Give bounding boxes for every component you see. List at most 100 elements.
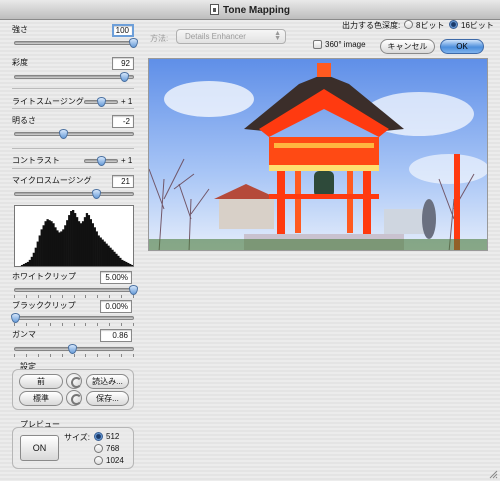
histogram-bar (44, 221, 47, 266)
cancel-button[interactable]: キャンセル (380, 39, 435, 54)
slider-label: ホワイトクリップ (12, 272, 76, 281)
histogram-bar (111, 249, 114, 266)
slider-thumb[interactable] (97, 97, 106, 107)
histogram-bar (20, 264, 24, 266)
previous-button[interactable]: 前 (19, 374, 63, 389)
method-popup-value: Details Enhancer (185, 32, 246, 41)
slider-thumb[interactable] (129, 285, 138, 295)
histogram (14, 205, 134, 267)
slider-value-field[interactable]: 92 (112, 57, 134, 70)
histogram-bar (50, 221, 53, 266)
slider-value-field[interactable]: -2 (112, 115, 134, 128)
temple-photo (149, 59, 487, 250)
slider-label: 強さ (12, 25, 28, 34)
histogram-bar (129, 263, 132, 266)
histogram-bar (24, 262, 28, 266)
histogram-bar (64, 225, 67, 266)
slider-thumb[interactable] (92, 189, 102, 199)
histogram-bar (72, 210, 75, 266)
section-divider (12, 88, 134, 89)
histogram-bar (62, 229, 65, 266)
slider-thumb[interactable] (129, 38, 138, 48)
slider-thumb[interactable] (59, 129, 69, 139)
histogram-bar (58, 232, 61, 266)
preview-size-512-radio[interactable] (94, 432, 103, 441)
preview-size-1024-radio[interactable] (94, 456, 103, 465)
histogram-bar (97, 235, 100, 266)
slider-thumb[interactable] (67, 344, 77, 354)
section-divider (12, 108, 134, 109)
bit-depth-8-radio[interactable] (404, 20, 413, 29)
slider-value-field[interactable]: 21 (112, 175, 134, 188)
histogram-bar (56, 230, 59, 266)
panorama-checkbox[interactable] (313, 40, 322, 49)
histogram-bar (93, 227, 96, 266)
method-popup[interactable]: Details Enhancer ▲ ▼ (176, 29, 286, 44)
histogram-bar (83, 217, 87, 266)
slider-track[interactable] (84, 156, 118, 166)
slider-label: 彩度 (12, 58, 28, 67)
popup-arrows-icon: ▲ ▼ (274, 30, 281, 42)
undo-icon[interactable] (66, 373, 82, 389)
slider-ticks (14, 354, 134, 357)
slider-label: ライトスムージング (12, 97, 84, 106)
tone-mapped-preview-image (148, 58, 488, 251)
redo-icon[interactable] (66, 390, 82, 406)
bit-depth-16-label: 16ビット (461, 21, 494, 30)
slider-track[interactable] (11, 313, 134, 323)
slider-track[interactable] (14, 285, 138, 295)
histogram-bar (85, 213, 89, 266)
histogram-bar (34, 247, 37, 266)
window-title: Tone Mapping (0, 4, 500, 16)
preview-size-1024-label: 1024 (106, 456, 124, 465)
histogram-bar (105, 243, 108, 266)
slider-label: コントラスト (12, 156, 60, 165)
bit-depth-16-radio[interactable] (449, 20, 458, 29)
slider-ticks (14, 295, 134, 298)
preview-size-512-label: 512 (106, 432, 120, 441)
slider-track[interactable] (14, 189, 134, 199)
slider-value-field[interactable]: 5.00% (100, 271, 132, 284)
slider-track[interactable] (14, 129, 134, 139)
histogram-bar (74, 213, 77, 266)
slider-thumb[interactable] (11, 313, 20, 323)
histogram-bar (36, 241, 39, 266)
slider-thumb[interactable] (119, 72, 129, 82)
histogram-bar (109, 247, 112, 266)
ok-button[interactable]: OK (440, 39, 484, 54)
slider-value-field[interactable]: 0.00% (100, 300, 132, 313)
slider-thumb[interactable] (97, 156, 106, 166)
histogram-bar (117, 255, 120, 266)
histogram-bar (95, 231, 98, 266)
slider-ticks (14, 323, 134, 326)
histogram-bar (75, 217, 79, 266)
load-button[interactable]: 読込み... (86, 374, 129, 389)
histogram-bar (54, 227, 57, 266)
histogram-bar (91, 223, 94, 266)
histogram-bar (87, 215, 91, 266)
preview-on-button[interactable]: ON (20, 435, 59, 461)
histogram-bar (60, 231, 63, 266)
histogram-bar (26, 261, 30, 266)
slider-value-field[interactable]: 100 (112, 24, 134, 37)
default-button[interactable]: 標準 (19, 391, 63, 406)
histogram-bar (79, 223, 83, 266)
histogram-bar (99, 237, 102, 266)
histogram-bar (115, 253, 118, 266)
slider-track[interactable] (14, 38, 138, 48)
histogram-bar (123, 260, 126, 266)
histogram-bar (77, 221, 81, 266)
slider-value-field[interactable]: 0.86 (100, 329, 132, 342)
save-button[interactable]: 保存... (86, 391, 129, 406)
slider-track[interactable] (14, 344, 134, 354)
histogram-bar (81, 221, 85, 266)
histogram-bar (113, 251, 116, 266)
preview-size-768-radio[interactable] (94, 444, 103, 453)
slider-track[interactable] (84, 97, 118, 107)
histogram-bar (66, 220, 69, 266)
histogram-bar (125, 261, 128, 266)
slider-track[interactable] (14, 72, 134, 82)
resize-grip-icon[interactable] (488, 469, 498, 479)
histogram-bar (28, 259, 32, 266)
histogram-chart (20, 210, 134, 266)
